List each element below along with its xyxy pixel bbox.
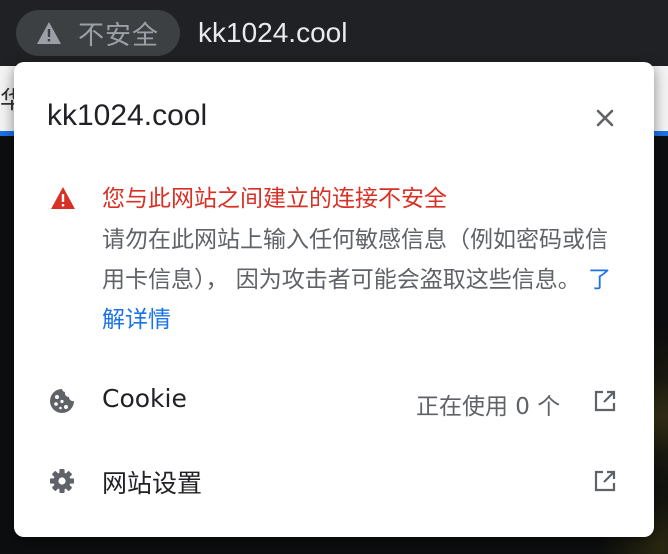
cookies-row[interactable]: Cookie 正在使用 0 个 [14, 370, 654, 430]
site-settings-label: 网站设置 [102, 469, 203, 498]
open-in-new-icon [594, 390, 616, 412]
cookie-icon [50, 389, 74, 413]
popup-title: kk1024.cool [47, 99, 208, 132]
gear-icon [50, 469, 74, 493]
security-indicator-label: 不安全 [78, 20, 160, 51]
warning-icon [37, 22, 61, 44]
browser-window: 华 不安全 kk1024.cool kk1024.cool 您与此网站之间建立的… [0, 0, 668, 554]
cookies-label: Cookie [102, 384, 187, 413]
page-info-popup: kk1024.cool 您与此网站之间建立的连接不安全 请勿在此网站上输入任何敏… [14, 62, 654, 537]
close-icon [596, 109, 614, 127]
connection-warning-title: 您与此网站之间建立的连接不安全 [102, 186, 447, 212]
url-text[interactable]: kk1024.cool [198, 14, 347, 52]
site-settings-row[interactable]: 网站设置 [14, 450, 654, 510]
security-indicator-button[interactable]: 不安全 [16, 10, 180, 56]
connection-warning-text: 请勿在此网站上输入任何敏感信息（例如密码或信用卡信息）， 因为攻击者可能会盗取这… [102, 227, 608, 293]
warning-icon [51, 187, 75, 209]
close-button[interactable] [588, 101, 622, 135]
connection-warning-body: 请勿在此网站上输入任何敏感信息（例如密码或信用卡信息）， 因为攻击者可能会盗取这… [102, 220, 622, 340]
cookies-in-use-count: 正在使用 0 个 [416, 394, 561, 420]
address-bar: 不安全 kk1024.cool [0, 0, 668, 66]
open-in-new-icon [594, 470, 616, 492]
